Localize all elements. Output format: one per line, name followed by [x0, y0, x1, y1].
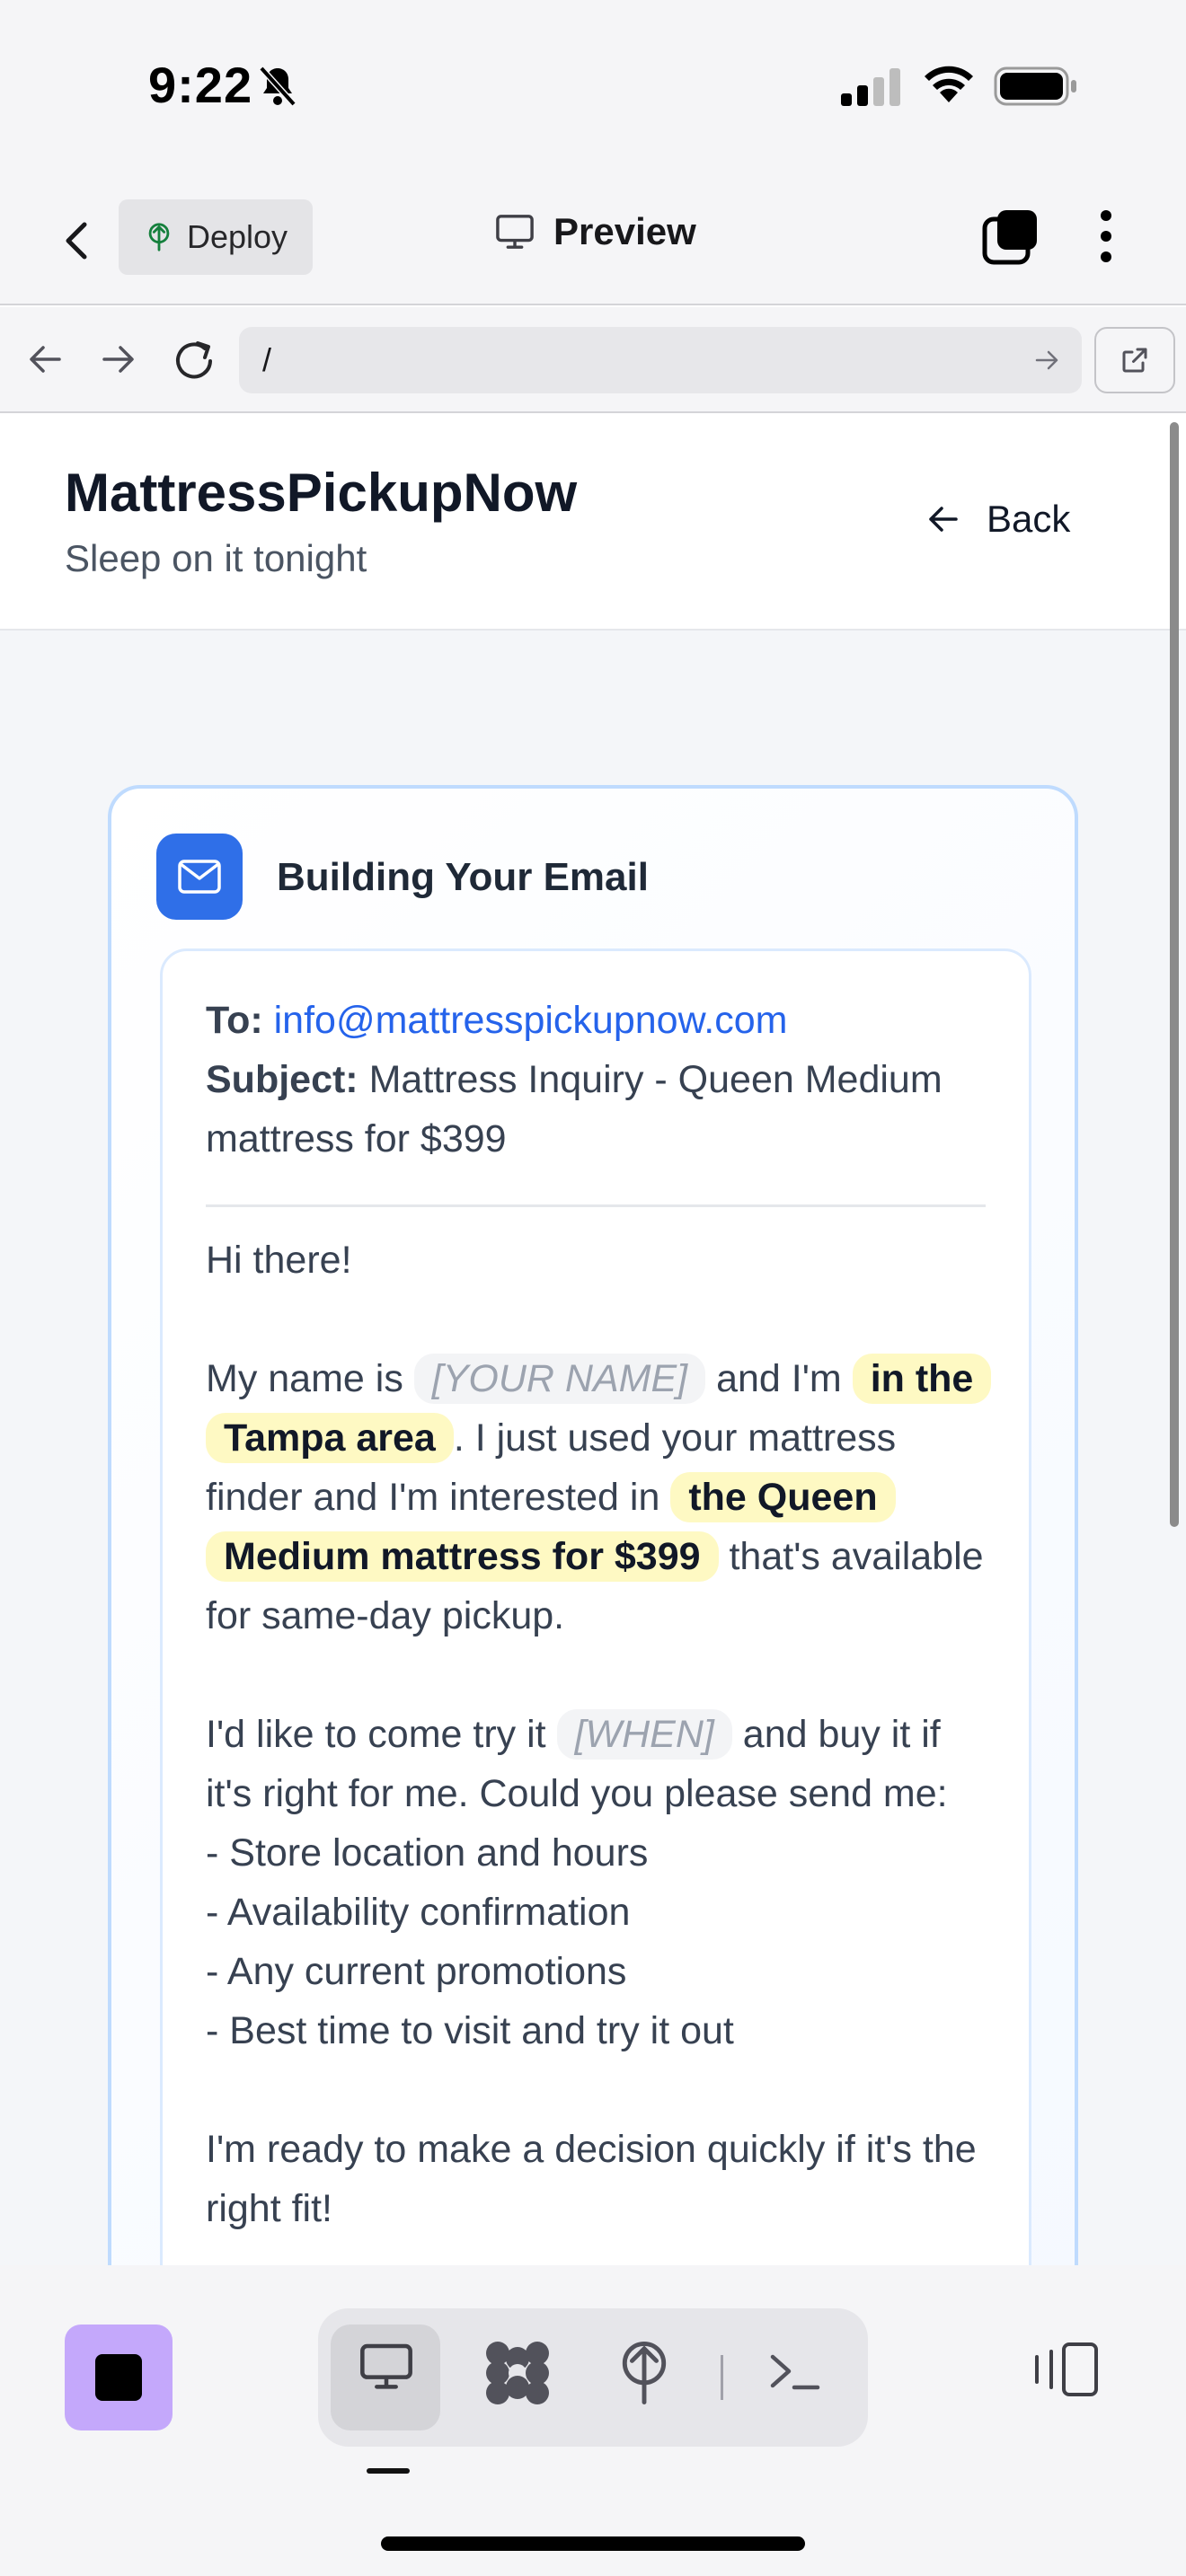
request-list-item: - Best time to visit and try it out: [206, 2009, 734, 2052]
panel-toggle-icon[interactable]: [1033, 2341, 1100, 2398]
back-button[interactable]: Back: [925, 498, 1070, 541]
p1-text-b: and I'm: [716, 1357, 842, 1400]
stop-button[interactable]: [65, 2325, 173, 2430]
request-list-item: - Availability confirmation: [206, 1891, 631, 1934]
email-to-line: To: info@mattresspickupnow.com: [206, 991, 986, 1050]
email-divider: [206, 1204, 986, 1207]
email-builder-card: Building Your Email To: info@mattresspic…: [108, 785, 1078, 2265]
email-paragraph-2: I'd like to come try it [WHEN] and buy i…: [206, 1705, 986, 2060]
wifi-icon: [925, 66, 973, 102]
preview-label: Preview: [553, 210, 696, 252]
url-text: /: [262, 341, 272, 378]
grid-blocks-icon[interactable]: [483, 2339, 552, 2407]
toolbar-divider: [721, 2355, 723, 2400]
app-header: Deploy Preview: [0, 171, 1186, 305]
email-greeting: Hi there!: [206, 1239, 352, 1282]
url-input[interactable]: /: [239, 327, 1082, 393]
stop-icon: [95, 2354, 142, 2401]
tabs-icon[interactable]: [981, 207, 1040, 266]
request-list-item: - Any current promotions: [206, 1950, 627, 1993]
go-arrow-icon[interactable]: [1033, 345, 1060, 375]
site-brand[interactable]: MattressPickupNow: [65, 462, 577, 524]
preview-title[interactable]: Preview: [494, 210, 696, 253]
arrow-right-icon[interactable]: [99, 334, 138, 384]
name-placeholder[interactable]: [YOUR NAME]: [413, 1354, 706, 1404]
back-label: Back: [987, 498, 1071, 540]
browser-bar: /: [0, 307, 1186, 413]
external-link-icon: [1122, 348, 1147, 373]
terminal-icon[interactable]: [766, 2344, 823, 2402]
request-list-item: - Store location and hours: [206, 1831, 649, 1875]
bell-muted-icon: [259, 66, 296, 107]
email-closing: I'm ready to make a decision quickly if …: [206, 2128, 977, 2230]
arrow-left-icon[interactable]: [25, 334, 65, 384]
deploy-button[interactable]: Deploy: [119, 199, 313, 275]
view-switcher: [318, 2308, 868, 2447]
to-address[interactable]: info@mattresspickupnow.com: [274, 999, 788, 1042]
cellular-signal-icon: [841, 68, 900, 106]
card-title: Building Your Email: [277, 855, 649, 899]
subject-label: Subject:: [206, 1058, 358, 1101]
bottom-toolbar: [0, 2265, 1186, 2576]
site-viewport: MattressPickupNow Sleep on it tonight Ba…: [0, 415, 1186, 2265]
email-subject-line: Subject: Mattress Inquiry - Queen Medium…: [206, 1050, 986, 1169]
active-tab-indicator: [367, 2468, 410, 2474]
battery-icon: [994, 66, 1076, 106]
when-placeholder[interactable]: [WHEN]: [556, 1709, 732, 1760]
mail-badge: [156, 834, 243, 920]
p2-text-a: I'd like to come try it: [206, 1713, 546, 1756]
arrow-left-icon: [929, 507, 958, 532]
monitor-icon: [496, 215, 534, 249]
site-tagline: Sleep on it tonight: [65, 537, 367, 579]
deploy-icon: [148, 223, 170, 251]
deploy-icon[interactable]: [615, 2339, 674, 2407]
open-external-button[interactable]: [1094, 327, 1175, 393]
home-indicator[interactable]: [381, 2536, 805, 2551]
deploy-label: Deploy: [187, 218, 288, 255]
monitor-icon[interactable]: [358, 2339, 415, 2396]
to-label: To:: [206, 999, 263, 1042]
email-preview: To: info@mattresspickupnow.com Subject: …: [160, 948, 1031, 2265]
scrollbar[interactable]: [1170, 422, 1179, 1527]
status-bar: 9:22: [0, 0, 1186, 171]
status-time: 9:22: [148, 57, 253, 113]
reload-icon[interactable]: [171, 334, 219, 384]
email-paragraph-1: My name is [YOUR NAME] and I'm in the Ta…: [206, 1349, 992, 1645]
more-vertical-icon[interactable]: [1093, 207, 1120, 266]
chevron-left-icon[interactable]: [54, 214, 99, 268]
site-header: MattressPickupNow Sleep on it tonight Ba…: [0, 415, 1186, 631]
p1-text-a: My name is: [206, 1357, 403, 1400]
mail-icon: [178, 860, 221, 894]
